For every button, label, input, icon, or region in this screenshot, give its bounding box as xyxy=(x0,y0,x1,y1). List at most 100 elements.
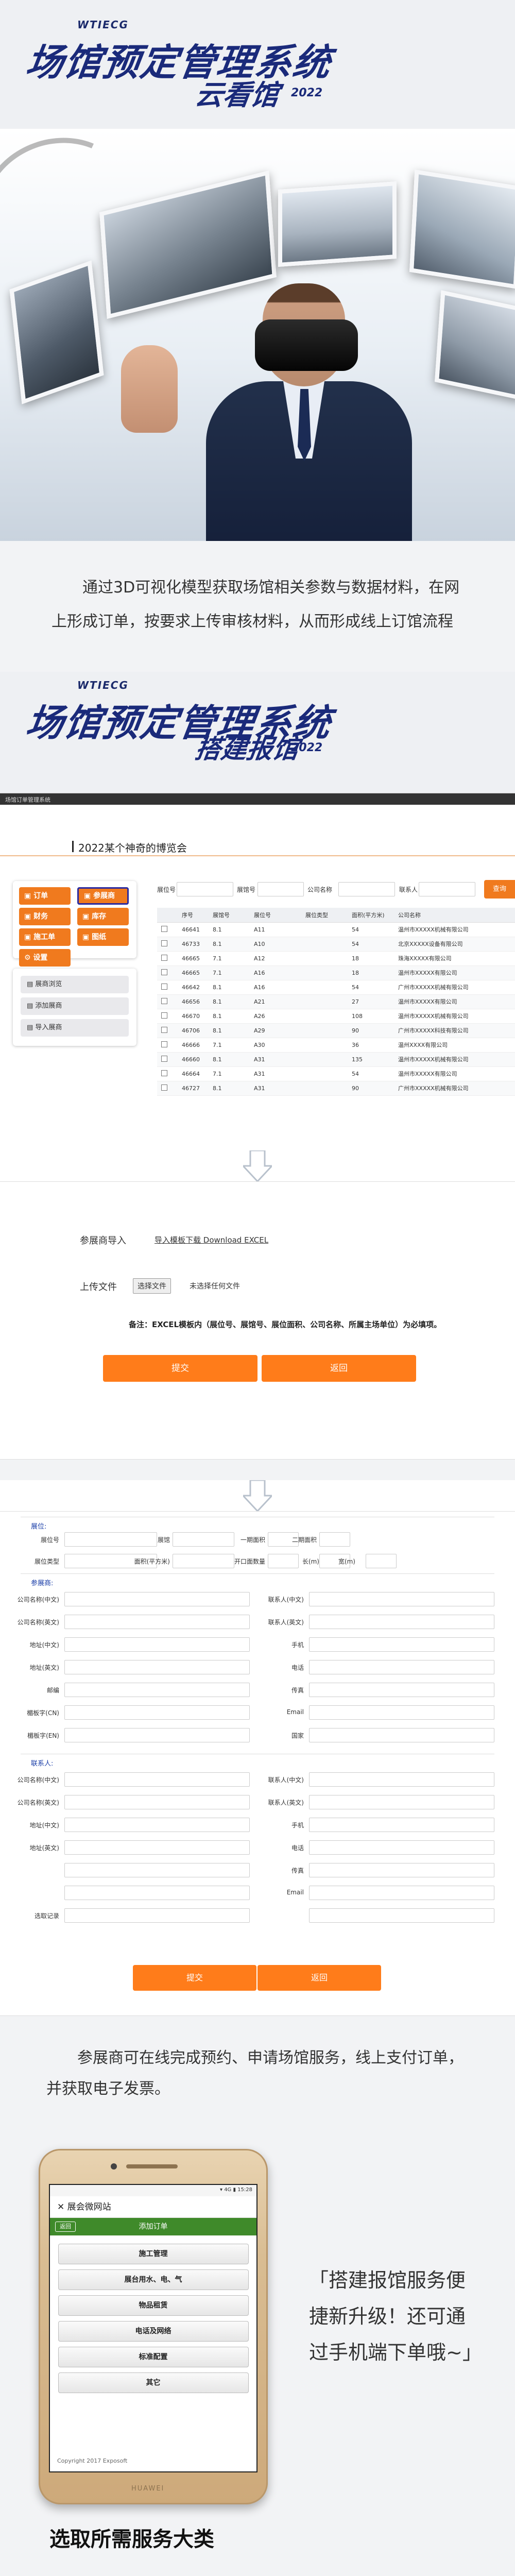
submit-button[interactable]: 提交 xyxy=(133,1965,256,1991)
edit-icon[interactable] xyxy=(161,1070,167,1076)
status-bar: ▾ 4G ▮ 15:28 xyxy=(50,2185,256,2196)
menu-inventory-button[interactable]: ▣ 库存 xyxy=(77,908,129,925)
form-field[interactable] xyxy=(64,1840,250,1855)
search-button[interactable]: 查询 xyxy=(484,880,515,899)
service-category-button[interactable]: 标准配置 xyxy=(58,2347,249,2367)
app-topbar: 场馆订单管理系统 xyxy=(0,793,515,805)
vr-headset-icon xyxy=(255,319,358,371)
table-row[interactable]: 46733 8.1 A10 54 北京XXXXX设备有限公司 xyxy=(157,937,515,952)
add-icon: ▤ xyxy=(27,1002,36,1010)
submit-button[interactable]: 提交 xyxy=(103,1355,258,1382)
expo-title: 2022某个神奇的博览会 xyxy=(78,842,187,854)
form-field[interactable] xyxy=(64,1637,250,1652)
edit-icon[interactable] xyxy=(161,1012,167,1019)
form-field[interactable] xyxy=(309,1705,494,1720)
gear-icon: ⚙ xyxy=(24,954,33,962)
submenu-add-exhibitor[interactable]: ▤ 添加展商 xyxy=(21,997,129,1015)
form-field[interactable] xyxy=(309,1863,494,1877)
down-arrow-icon xyxy=(243,1150,272,1181)
exhibitor-section-title: 参展商: xyxy=(31,1580,54,1587)
table-row[interactable]: 46641 8.1 A11 54 温州市XXXXX机械有限公司 xyxy=(157,922,515,937)
form-field[interactable] xyxy=(309,1615,494,1629)
submenu-import-exhibitors[interactable]: ▤ 导入展商 xyxy=(21,1019,129,1037)
form-field[interactable] xyxy=(64,1795,250,1809)
form-field[interactable] xyxy=(309,1772,494,1787)
table-row[interactable]: 46706 8.1 A29 90 广州市XXXXX科技有限公司 xyxy=(157,1023,515,1038)
form-field[interactable] xyxy=(64,1908,250,1923)
table-row[interactable]: 46666 7.1 A30 36 温州XXXX有限公司 xyxy=(157,1038,515,1053)
camera-icon xyxy=(111,2163,117,2170)
form-field[interactable] xyxy=(64,1683,250,1697)
form-field[interactable] xyxy=(64,1615,250,1629)
table-row[interactable]: 46665 7.1 A16 18 温州市XXXXX有限公司 xyxy=(157,965,515,980)
exhibitor-detail-form: 展位: 展位号 展馆 一期面积 二期面积 展位类型 面积(平方米) 开口面数量 … xyxy=(0,1511,515,2016)
service-category-button[interactable]: 施工管理 xyxy=(58,2244,249,2264)
menu-orders-button[interactable]: ▣ 订单 xyxy=(19,887,71,905)
menu-construction-button[interactable]: ▣ 施工单 xyxy=(19,928,71,946)
edit-icon[interactable] xyxy=(161,997,167,1004)
user-icon: ▣ xyxy=(84,892,94,900)
width-field[interactable] xyxy=(366,1554,397,1568)
booth-no-input[interactable] xyxy=(177,882,233,896)
form-field[interactable] xyxy=(309,1683,494,1697)
section2-header: WTIECG 场馆预定管理系统 搭建报馆 2022 xyxy=(0,672,515,764)
company-input[interactable] xyxy=(338,882,395,896)
template-download-link[interactable]: 导入模板下载 Download EXCEL xyxy=(154,1234,268,1245)
form-field[interactable] xyxy=(309,1795,494,1809)
form-field[interactable] xyxy=(309,1840,494,1855)
import-note: 备注：EXCEL模板内（展位号、展馆号、展位面积、公司名称、所属主场单位）为必填… xyxy=(129,1320,442,1329)
edit-icon[interactable] xyxy=(161,1026,167,1033)
exhibitor-list-screen: 场馆订单管理系统 2022某个神奇的博览会 ▣ 订单 ▣ 参展商 ▣ 财务 ▣ … xyxy=(0,793,515,1150)
form-field[interactable] xyxy=(309,1637,494,1652)
form-field[interactable] xyxy=(309,1728,494,1742)
menu-drawings-button[interactable]: ▣ 图纸 xyxy=(77,928,129,946)
edit-icon[interactable] xyxy=(161,1084,167,1091)
edit-icon[interactable] xyxy=(161,969,167,975)
service-category-button[interactable]: 其它 xyxy=(58,2372,249,2393)
table-row[interactable]: 46665 7.1 A12 18 珠海XXXXX有限公司 xyxy=(157,951,515,966)
table-row[interactable]: 46660 8.1 A31 135 温州市XXXXX机械有限公司 xyxy=(157,1052,515,1067)
menu-settings-button[interactable]: ⚙ 设置 xyxy=(19,949,71,967)
menu-finance-button[interactable]: ▣ 财务 xyxy=(19,908,71,925)
edit-icon[interactable] xyxy=(161,983,167,990)
submenu-browse-exhibitors[interactable]: ▤ 展商浏览 xyxy=(21,976,129,993)
edit-icon[interactable] xyxy=(161,940,167,946)
form-field[interactable] xyxy=(64,1886,250,1900)
edit-icon[interactable] xyxy=(161,1041,167,1047)
form-field[interactable] xyxy=(64,1818,250,1832)
form-field[interactable] xyxy=(309,1908,494,1923)
service-category-button[interactable]: 物品租赁 xyxy=(58,2295,249,2316)
edit-icon[interactable] xyxy=(161,954,167,961)
close-icon[interactable]: ✕ xyxy=(57,2202,67,2212)
flow-arrow xyxy=(0,1480,515,1511)
form-field[interactable] xyxy=(64,1592,250,1606)
form-field[interactable] xyxy=(64,1705,250,1720)
form-field[interactable] xyxy=(64,1660,250,1674)
table-row[interactable]: 46642 8.1 A16 54 广州市XXXXX机械有限公司 xyxy=(157,980,515,995)
venue-photo-panel xyxy=(409,170,515,289)
edit-icon[interactable] xyxy=(161,925,167,932)
vr-headset-man xyxy=(185,283,412,541)
form-field[interactable] xyxy=(64,1728,250,1742)
contact-input[interactable] xyxy=(419,882,475,896)
form-field[interactable] xyxy=(309,1886,494,1900)
form-field[interactable] xyxy=(309,1592,494,1606)
hall-select[interactable] xyxy=(258,882,304,896)
back-button[interactable]: 返回 xyxy=(258,1965,381,1991)
form-field[interactable] xyxy=(309,1818,494,1832)
service-category-button[interactable]: 展台用水、电、气 xyxy=(58,2269,249,2290)
form-field[interactable] xyxy=(64,1772,250,1787)
back-button[interactable]: 返回 xyxy=(262,1355,416,1382)
table-row[interactable]: 46670 8.1 A26 108 温州市XXXXX机械有限公司 xyxy=(157,1009,515,1024)
table-row[interactable]: 46656 8.1 A21 27 温州市XXXXX有限公司 xyxy=(157,994,515,1009)
service-category-button[interactable]: 电话及网络 xyxy=(58,2321,249,2342)
table-row[interactable]: 46664 7.1 A31 54 温州市XXXXX有限公司 xyxy=(157,1066,515,1081)
form-field[interactable] xyxy=(309,1660,494,1674)
edit-icon[interactable] xyxy=(161,1055,167,1062)
menu-exhibitors-button[interactable]: ▣ 参展商 xyxy=(77,887,129,905)
table-row[interactable]: 46727 8.1 A31 90 广州市XXXXX机械有限公司 xyxy=(157,1081,515,1096)
exhibitor-submenu: ▤ 展商浏览 ▤ 添加展商 ▤ 导入展商 xyxy=(13,969,136,1046)
choose-file-button[interactable]: 选择文件 xyxy=(133,1278,171,1294)
phase2-area-field[interactable] xyxy=(319,1532,350,1547)
form-field[interactable] xyxy=(64,1863,250,1877)
